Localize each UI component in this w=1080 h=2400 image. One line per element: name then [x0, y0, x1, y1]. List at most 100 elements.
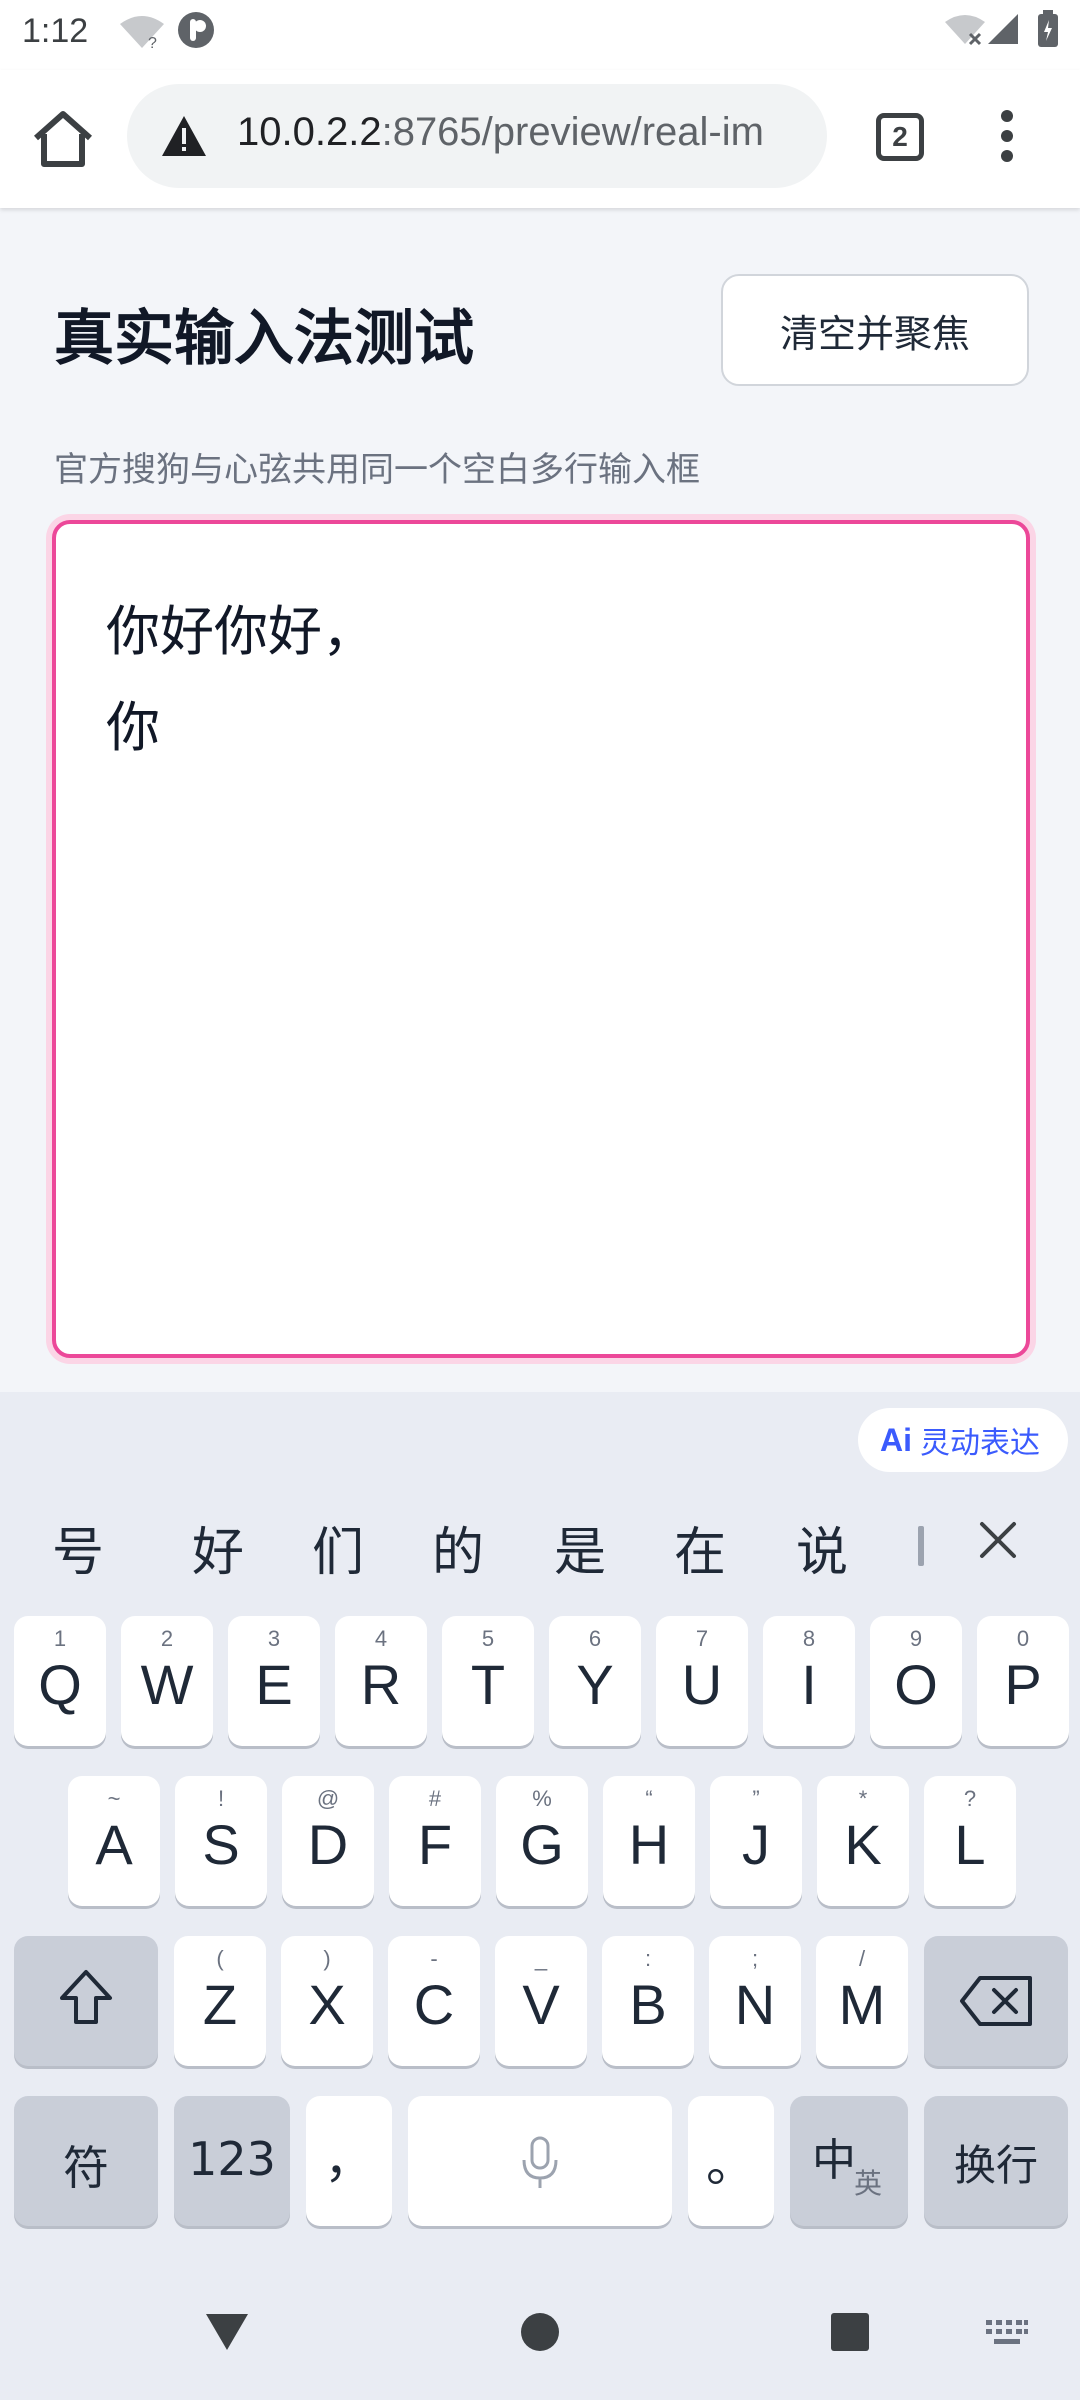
- key-primary-label: N: [734, 1973, 776, 2036]
- numbers-key-label: 123: [188, 2132, 276, 2186]
- key-primary-label: B: [629, 1973, 667, 2036]
- key-primary-label: P: [1004, 1653, 1042, 1716]
- back-nav-icon[interactable]: [204, 2312, 250, 2352]
- key-primary-label: F: [417, 1813, 453, 1876]
- key-secondary-label: 3: [267, 1626, 281, 1651]
- key-t[interactable]: 5T: [442, 1616, 534, 1746]
- page-title: 真实输入法测试: [54, 304, 474, 374]
- enter-key-label: 换行: [953, 2141, 1038, 2190]
- keyboard-switch-icon[interactable]: [984, 2318, 1030, 2348]
- key-secondary-label: /: [858, 1946, 866, 1971]
- candidate-item[interactable]: 在: [674, 1510, 726, 1585]
- key-y[interactable]: 6Y: [549, 1616, 641, 1746]
- space-key[interactable]: [408, 2096, 672, 2226]
- tab-switcher-button[interactable]: 2: [876, 113, 924, 161]
- key-primary-label: J: [742, 1813, 770, 1876]
- comma-key[interactable]: ，: [306, 2096, 392, 2226]
- key-primary-label: D: [307, 1813, 349, 1876]
- key-primary-label: A: [95, 1813, 133, 1876]
- candidate-item[interactable]: 号: [52, 1510, 104, 1585]
- candidate-item[interactable]: 的: [432, 1510, 484, 1585]
- key-u[interactable]: 7U: [656, 1616, 748, 1746]
- page-subtitle: 官方搜狗与心弦共用同一个空白多行输入框: [54, 450, 700, 490]
- key-primary-label: H: [628, 1813, 670, 1876]
- ai-expression-chip[interactable]: Ai 灵动表达: [858, 1408, 1068, 1472]
- key-d[interactable]: @ D: [282, 1776, 374, 1906]
- key-secondary-label: 8: [802, 1626, 816, 1651]
- clear-and-focus-button[interactable]: 清空并聚焦: [721, 274, 1029, 386]
- key-x[interactable]: ) X: [281, 1936, 373, 2066]
- key-e[interactable]: 3E: [228, 1616, 320, 1746]
- key-i[interactable]: 8I: [763, 1616, 855, 1746]
- home-icon[interactable]: [30, 106, 96, 172]
- key-secondary-label: 6: [588, 1626, 602, 1651]
- shift-icon: [60, 1970, 112, 2024]
- key-primary-label: M: [838, 1973, 886, 2036]
- url-text[interactable]: 10.0.2.2:8765/preview/real-im: [237, 110, 764, 155]
- lang-primary-label: 中: [812, 2135, 856, 2186]
- key-r[interactable]: 4R: [335, 1616, 427, 1746]
- key-secondary-label: ): [323, 1946, 331, 1971]
- svg-text:?: ?: [148, 35, 157, 50]
- cell-signal-icon: [988, 14, 1018, 44]
- key-primary-label: X: [308, 1973, 346, 2036]
- key-primary-label: L: [954, 1813, 986, 1876]
- key-c[interactable]: -C: [388, 1936, 480, 2066]
- key-primary-label: T: [470, 1653, 506, 1716]
- symbols-key[interactable]: 符: [14, 2096, 158, 2226]
- key-secondary-label: !: [217, 1786, 225, 1811]
- key-k[interactable]: * K: [817, 1776, 909, 1906]
- key-f[interactable]: # F: [389, 1776, 481, 1906]
- enter-key[interactable]: 换行: [924, 2096, 1068, 2226]
- key-primary-label: Z: [202, 1973, 238, 2036]
- key-g[interactable]: % G: [496, 1776, 588, 1906]
- key-secondary-label: @: [316, 1786, 340, 1811]
- key-h[interactable]: “H: [603, 1776, 695, 1906]
- key-o[interactable]: 9O: [870, 1616, 962, 1746]
- multiline-input[interactable]: 你好你好， 你: [52, 520, 1030, 1358]
- url-host: 10.0.2.2: [237, 110, 382, 154]
- key-l[interactable]: ? L: [924, 1776, 1016, 1906]
- lang-secondary-label: 英: [854, 2167, 883, 2200]
- key-secondary-label: 1: [53, 1626, 67, 1651]
- key-secondary-label: *: [858, 1786, 868, 1811]
- key-m[interactable]: / M: [816, 1936, 908, 2066]
- key-w[interactable]: 2W: [121, 1616, 213, 1746]
- numbers-key[interactable]: 123: [174, 2096, 290, 2226]
- backspace-key[interactable]: [924, 1936, 1068, 2066]
- home-nav-icon[interactable]: [520, 2312, 560, 2352]
- symbols-key-label: 符: [63, 2141, 109, 2195]
- candidate-item[interactable]: 好: [192, 1510, 244, 1585]
- key-primary-label: Q: [38, 1653, 82, 1716]
- key-n[interactable]: ; N: [709, 1936, 801, 2066]
- key-j[interactable]: ” J: [710, 1776, 802, 1906]
- key-v[interactable]: _ V: [495, 1936, 587, 2066]
- warning-icon[interactable]: [161, 114, 207, 158]
- shift-key[interactable]: [14, 1936, 158, 2066]
- key-secondary-label: ~: [107, 1786, 121, 1811]
- key-p[interactable]: 0P: [977, 1616, 1069, 1746]
- key-a[interactable]: ~ A: [68, 1776, 160, 1906]
- key-q[interactable]: 1Q: [14, 1616, 106, 1746]
- recents-nav-icon[interactable]: [830, 2312, 870, 2352]
- more-menu-icon[interactable]: [992, 110, 1022, 166]
- microphone-icon: [522, 2136, 558, 2188]
- close-candidates-icon[interactable]: [970, 1512, 1026, 1568]
- period-key[interactable]: 。: [688, 2096, 774, 2226]
- comma-key-label: ，: [324, 2131, 374, 2189]
- key-primary-label: G: [520, 1813, 564, 1876]
- status-time: 1:12: [22, 12, 89, 50]
- key-primary-label: W: [140, 1653, 194, 1716]
- candidate-item[interactable]: 说: [796, 1510, 848, 1585]
- multiline-input-value[interactable]: 你好你好， 你: [106, 584, 376, 776]
- app-notification-icon: [178, 12, 214, 48]
- key-primary-label: O: [894, 1653, 938, 1716]
- candidate-item[interactable]: 们: [312, 1510, 364, 1585]
- key-z[interactable]: (Z: [174, 1936, 266, 2066]
- key-s[interactable]: ! S: [175, 1776, 267, 1906]
- key-b[interactable]: :B: [602, 1936, 694, 2066]
- language-switch-key[interactable]: 中 英: [790, 2096, 908, 2226]
- candidate-item[interactable]: 是: [554, 1510, 606, 1585]
- address-bar[interactable]: 10.0.2.2:8765/preview/real-im: [127, 84, 827, 188]
- backspace-icon: [960, 1976, 1032, 2026]
